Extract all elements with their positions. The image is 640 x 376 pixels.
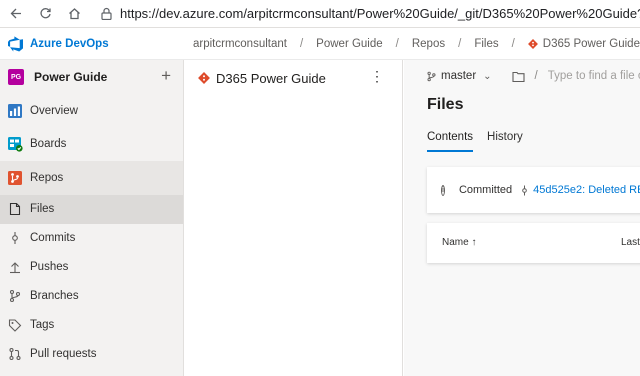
commits-icon [6,229,24,247]
home-icon[interactable] [68,7,81,21]
repo-header: D365 Power Guide ⋮ [184,60,402,96]
info-icon: i [441,184,445,196]
url-field[interactable]: https://dev.azure.com/arpitcrmconsultant… [120,6,640,21]
sidebar-item-overview[interactable]: Overview [0,94,183,128]
project-name: Power Guide [34,70,108,84]
content-tabs: Contents History [427,131,523,152]
sidebar-item-commits[interactable]: Commits [0,224,183,253]
repos-icon [6,169,24,187]
sidebar-item-label: Repos [30,171,64,184]
sidebar-item-label: Pushes [30,261,69,273]
azure-devops-icon [8,35,23,51]
sidebar-item-files[interactable]: Files [0,194,183,224]
breadcrumb-separator: / [511,38,515,50]
path-search-input[interactable]: Type to find a file or f [548,70,640,82]
tags-icon [6,316,24,334]
breadcrumb-repos[interactable]: Repos [412,38,445,50]
pull-requests-icon [6,345,24,363]
chevron-down-icon: ⌄ [483,70,492,82]
last-commit-card: i Committed 45d525e2: Deleted READ [427,167,640,213]
repo-title: D365 Power Guide [216,70,326,86]
files-table: Name ↑ Last c [427,223,640,263]
branches-icon [6,287,24,305]
breadcrumb-repo-selector[interactable]: D365 Power Guide ⌄ [527,38,640,50]
files-icon [6,200,24,218]
main-content: master ⌄ / Type to find a file or f File… [404,60,640,376]
breadcrumb-separator: / [299,38,304,50]
column-header-last-change[interactable]: Last c [621,237,640,248]
branch-name: master [441,70,477,82]
browser-address-bar: https://dev.azure.com/arpitcrmconsultant… [0,0,640,28]
sidebar-item-tags[interactable]: Tags [0,311,183,340]
sidebar-item-label: Branches [30,290,79,302]
branch-selector[interactable]: master ⌄ [426,70,492,82]
add-icon[interactable]: + [161,67,171,84]
repo-pane: D365 Power Guide ⋮ [184,60,403,376]
project-header[interactable]: PG Power Guide + [0,60,183,94]
committed-label: Committed [458,184,513,196]
breadcrumb-separator: / [458,38,462,50]
back-arrow-icon[interactable] [10,7,23,21]
more-options-icon[interactable]: ⋮ [370,68,384,85]
top-header: Azure DevOps arpitcrmconsultant / Power … [0,28,640,60]
files-toolbar: master ⌄ / Type to find a file or f [404,60,640,92]
project-avatar: PG [8,69,24,85]
refresh-icon[interactable] [39,7,52,21]
sidebar-item-boards[interactable]: Boards [0,128,183,162]
overview-icon [6,102,24,120]
git-repo-icon [527,39,538,49]
lock-icon [101,7,112,21]
sidebar-item-label: Files [30,203,55,215]
pushes-icon [6,258,24,276]
path-separator: / [534,70,538,82]
sidebar-item-label: Overview [30,104,78,117]
commit-link[interactable]: 45d525e2: Deleted READ [520,184,640,196]
sidebar-item-label: Commits [30,232,76,244]
breadcrumb-project[interactable]: Power Guide [316,38,382,50]
branch-icon [427,71,436,81]
breadcrumb-org[interactable]: arpitcrmconsultant [193,38,287,50]
sidebar-item-label: Pull requests [30,348,97,360]
column-header-name[interactable]: Name ↑ [442,237,476,248]
boards-icon [6,135,24,153]
azure-devops-logo[interactable]: Azure DevOps [8,35,109,52]
sidebar-item-pushes[interactable]: Pushes [0,253,183,282]
folder-icon[interactable] [511,71,525,82]
app-name: Azure DevOps [30,37,109,50]
breadcrumb-files[interactable]: Files [474,38,498,50]
commit-icon [522,185,527,195]
sidebar-item-repos[interactable]: Repos [0,161,183,195]
breadcrumb-separator: / [395,38,399,50]
tab-contents[interactable]: Contents [427,131,474,152]
left-navigation: PG Power Guide + Overview Boards Repos F… [0,60,184,376]
commit-text: 45d525e2: Deleted READ [533,184,640,196]
tab-history[interactable]: History [487,131,523,152]
page-title: Files [427,96,464,113]
sidebar-item-label: Boards [30,138,67,151]
breadcrumb-repo-label: D365 Power Guide [542,38,640,50]
sidebar-item-pull-requests[interactable]: Pull requests [0,340,183,369]
sidebar-item-label: Tags [30,319,55,331]
sidebar-item-branches[interactable]: Branches [0,282,183,311]
git-repo-icon [198,72,210,84]
breadcrumb: arpitcrmconsultant / Power Guide / Repos… [193,28,640,60]
